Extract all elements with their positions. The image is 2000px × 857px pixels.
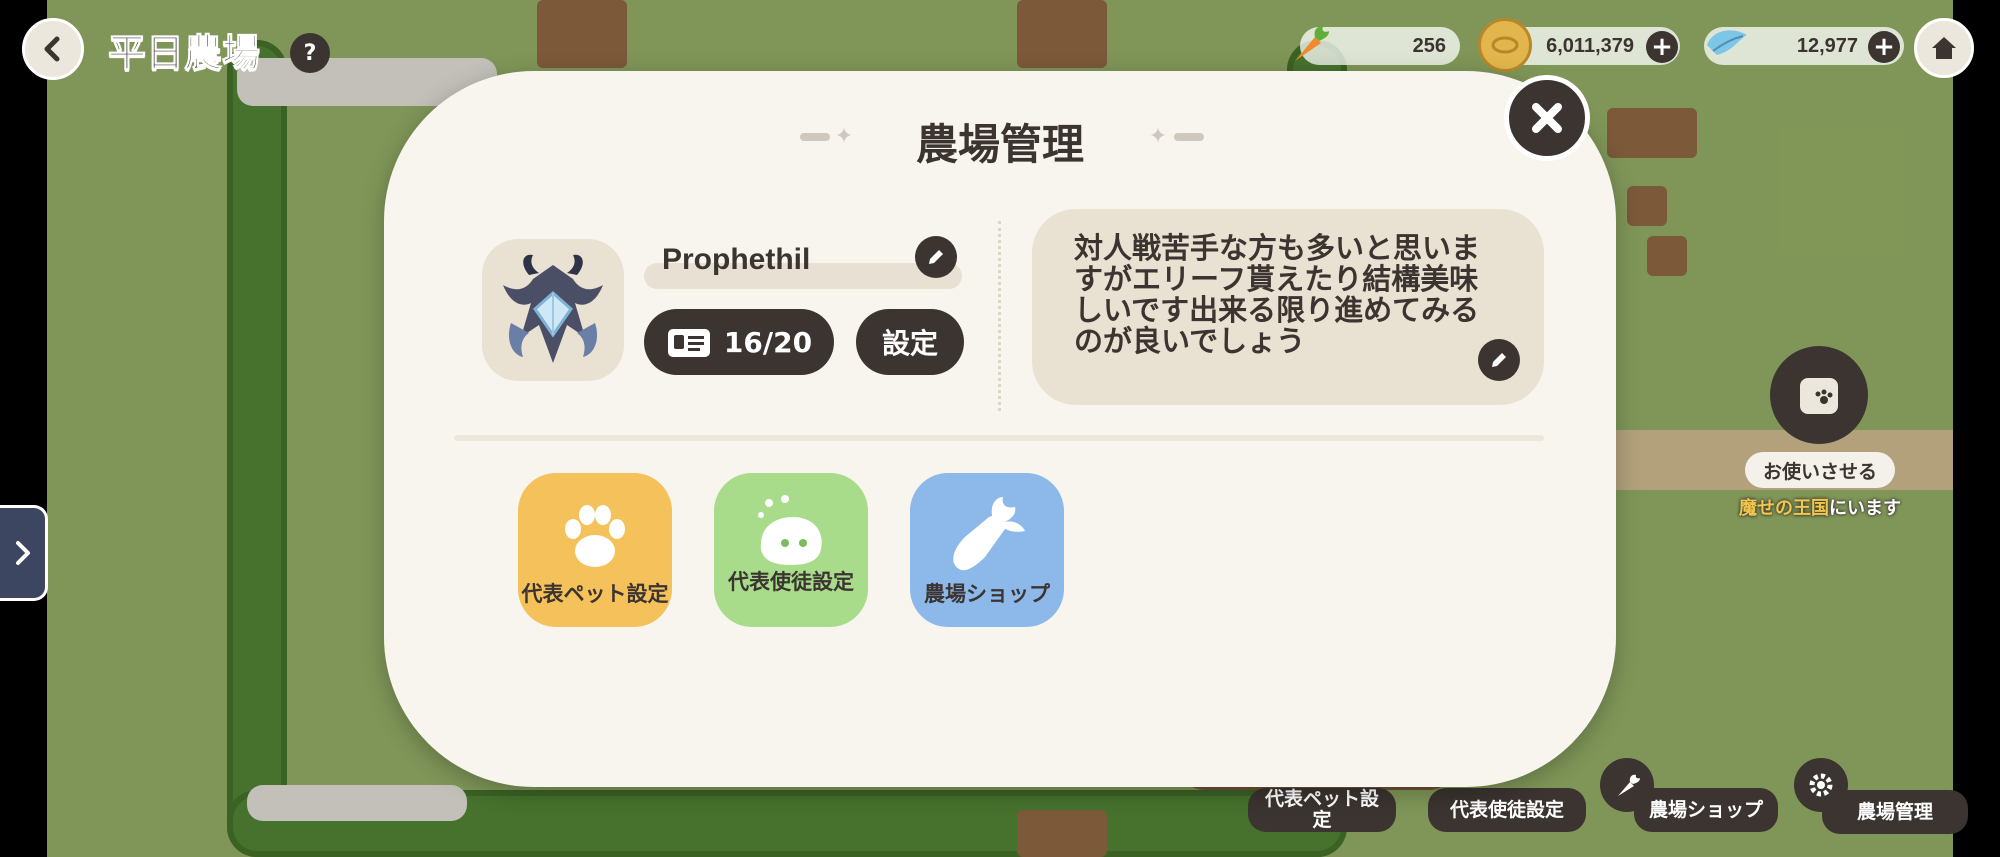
farm-shop-label: 農場ショップ <box>924 582 1050 606</box>
bg-pet-label: 代表ペット設定 <box>1264 788 1379 831</box>
dragon-crest-icon <box>503 254 603 363</box>
coin-add-button[interactable]: + <box>1646 31 1678 63</box>
side-panel-toggle[interactable] <box>0 505 48 601</box>
edit-comment-button[interactable] <box>1478 339 1520 381</box>
leaf-add-button[interactable]: + <box>1868 31 1900 63</box>
bg-manage-label: 農場管理 <box>1856 800 1933 823</box>
bg-shop-button[interactable]: 農場ショップ <box>1634 788 1778 832</box>
location-name: 魔せの王国 <box>1739 498 1829 519</box>
apostle-settings-label: 代表使徒設定 <box>728 570 854 594</box>
close-icon <box>1532 103 1562 133</box>
errand-button[interactable] <box>1770 346 1868 444</box>
back-button[interactable] <box>22 18 84 80</box>
carrot-icon <box>953 497 1025 571</box>
edit-name-button[interactable] <box>915 236 957 278</box>
coin-value: 6,011,379 <box>1546 34 1634 57</box>
errand-label: お使いさせる <box>1745 452 1895 488</box>
plus-icon: + <box>1873 32 1895 62</box>
help-icon: ? <box>303 40 317 66</box>
plus-icon: + <box>1651 32 1673 62</box>
horizontal-divider <box>454 435 1544 441</box>
coin-icon <box>1478 18 1532 72</box>
home-button[interactable] <box>1914 18 1974 78</box>
farm-comment-box: 対人戦苦手な方も多いと思いますがエリーフ貰えたり結構美味しいです出来る限り進めて… <box>1032 209 1544 405</box>
arrow-left-icon <box>44 36 60 62</box>
pet-settings-tile[interactable]: 代表ペット設定 <box>518 473 672 627</box>
player-name: Prophethil <box>662 243 811 276</box>
leaf-value: 12,977 <box>1796 34 1858 57</box>
pet-settings-label: 代表ペット設定 <box>521 582 669 606</box>
card-count-value: 16/20 <box>723 325 813 359</box>
close-button[interactable] <box>1504 75 1590 161</box>
bg-manage-button[interactable]: 農場管理 <box>1822 790 1968 834</box>
farm-management-dialog: ✦ ✦ 農場管理 Prophethil 16/20 設定 対人戦苦手な方も多いと… <box>384 71 1616 787</box>
bg-apostle-settings-button[interactable]: 代表使徒設定 <box>1428 788 1586 832</box>
carrot-value: 256 <box>1412 34 1446 57</box>
chevron-right-icon <box>15 541 30 565</box>
dialog-title: 農場管理 <box>915 120 1084 169</box>
paw-icon <box>565 505 625 567</box>
location-suffix: にいます <box>1829 498 1901 519</box>
page-title: 平日農場 <box>107 31 261 76</box>
carrot-icon <box>1282 18 1336 72</box>
settings-label: 設定 <box>881 327 938 360</box>
home-icon <box>1932 37 1956 59</box>
id-card-icon <box>667 329 710 357</box>
npc-location: 魔せの王国にいます <box>1730 494 1910 520</box>
farm-shop-tile[interactable]: 農場ショップ <box>910 473 1064 627</box>
pencil-icon <box>929 250 943 264</box>
mascot-icon <box>758 495 822 565</box>
leaf-icon <box>1700 18 1754 72</box>
farm-emblem-avatar[interactable] <box>482 239 624 381</box>
settings-button[interactable]: 設定 <box>856 309 964 375</box>
farm-comment-text: 対人戦苦手な方も多いと思いますがエリーフ貰えたり結構美味しいです出来る限り進めて… <box>1074 231 1481 358</box>
card-count-button[interactable]: 16/20 <box>644 309 834 375</box>
bg-apostle-label: 代表使徒設定 <box>1449 798 1564 821</box>
apostle-settings-tile[interactable]: 代表使徒設定 <box>714 473 868 627</box>
bag-icon <box>1800 378 1838 414</box>
section-divider <box>998 221 1001 411</box>
bg-pet-settings-button[interactable]: 代表ペット設定 <box>1248 788 1396 832</box>
pencil-icon <box>1492 353 1506 367</box>
bg-shop-label: 農場ショップ <box>1648 798 1763 821</box>
help-button[interactable]: ? <box>290 33 330 73</box>
